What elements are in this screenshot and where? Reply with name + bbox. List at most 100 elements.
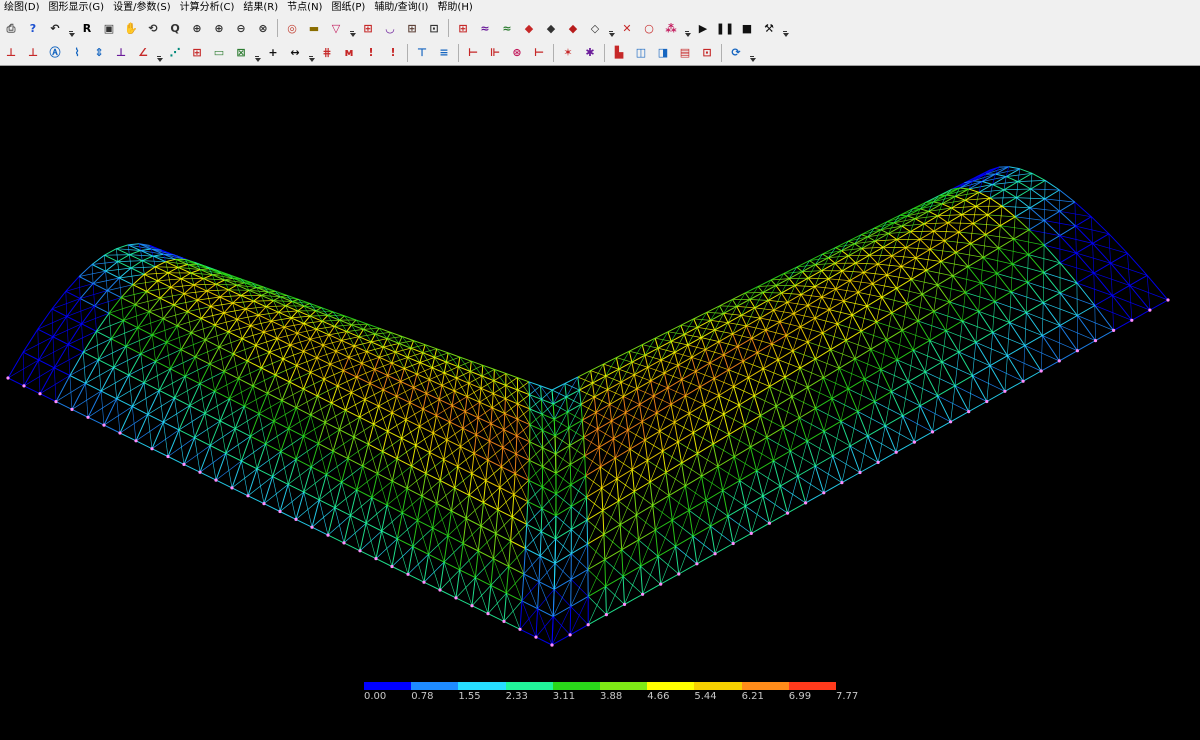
delete-member-icon[interactable]: ✕ [617,18,637,38]
grid-view-icon[interactable]: ⊞ [358,18,378,38]
beam-load-icon[interactable]: ⊤ [412,43,432,63]
truss-member [509,541,511,566]
stop-icon[interactable]: ■ [737,18,757,38]
star-node-icon[interactable]: ✶ [558,43,578,63]
support-hinge-icon[interactable]: Ⓐ [45,43,65,63]
load-panel-icon[interactable]: ▭ [209,43,229,63]
model-viewport[interactable] [0,66,1200,736]
menu-item-2[interactable]: 图形显示(G) [45,0,110,16]
truss-member [296,459,304,492]
member-force-icon[interactable]: ⊢ [463,43,483,63]
member-axial-icon[interactable]: ⊩ [485,43,505,63]
toolbar-overflow-chevron[interactable] [749,43,755,63]
zoom-realtime-icon[interactable]: Q [165,18,185,38]
truss-member [159,390,163,422]
menu-item-6[interactable]: 节点(N) [283,0,327,16]
truss-member [163,305,174,319]
window-frame-icon[interactable]: ▣ [99,18,119,38]
truss-member [637,482,651,515]
truss-member [945,241,956,253]
truss-member [734,378,749,387]
pan-hand-icon[interactable]: ✋ [121,18,141,38]
zoom-in-icon[interactable]: ⊕ [209,18,229,38]
cube-view-icon[interactable]: ◆ [541,18,561,38]
help-icon[interactable]: ? [23,18,43,38]
load-grid-icon[interactable]: ⊞ [187,43,207,63]
toolbar-bottom: ⊥⊥Ⓐ⌇⇕⊥∠⋰⊞▭⊠+↔⋕ᴍ!!⊤≡⊢⊩⊛⊢✶✱▙◫◨▤⊡⟳ [0,40,1200,66]
window-d-icon[interactable]: ⊡ [697,43,717,63]
support-delete-icon[interactable]: ⊥ [23,43,43,63]
filter-icon[interactable]: ▽ [326,18,346,38]
menu-item-3[interactable]: 设置/参数(S) [109,0,176,16]
support-roller-icon[interactable]: ⇕ [89,43,109,63]
window-c-icon[interactable]: ▤ [675,43,695,63]
load-check-icon[interactable]: ⊠ [231,43,251,63]
truss-node [102,424,105,427]
redraw-icon[interactable]: R [77,18,97,38]
curve-edit-icon[interactable]: ≈ [497,18,517,38]
support-remove-icon[interactable]: ⊥ [111,43,131,63]
layer-icon[interactable]: ▬ [304,18,324,38]
bug-icon[interactable]: ✱ [580,43,600,63]
load-node-icon[interactable]: ⋰ [165,43,185,63]
hammer-icon[interactable]: ⚒ [759,18,779,38]
truss-member [274,401,282,422]
window-b-icon[interactable]: ◨ [653,43,673,63]
force-down-icon[interactable]: ! [383,43,403,63]
member-wave-icon[interactable]: ᴍ [339,43,359,63]
toolbar-overflow-chevron[interactable] [156,43,162,63]
toolbar-overflow-chevron[interactable] [308,43,314,63]
zoom-previous-icon[interactable]: ◎ [282,18,302,38]
truss-member [429,380,439,400]
play-icon[interactable]: ▶ [693,18,713,38]
truss-member [275,375,282,401]
zoom-out-icon[interactable]: ⊖ [231,18,251,38]
force-up-icon[interactable]: ! [361,43,381,63]
pause-icon[interactable]: ❚❚ [715,18,735,38]
menu-item-7[interactable]: 图纸(P) [327,0,370,16]
dimension-icon[interactable]: ↔ [285,43,305,63]
plane-grid-icon[interactable]: ⊞ [453,18,473,38]
add-cross-icon[interactable]: + [263,43,283,63]
refresh-icon[interactable]: ⟳ [726,43,746,63]
cube-shaded-icon[interactable]: ◆ [563,18,583,38]
truss-member [552,617,553,646]
undo-icon[interactable]: ↶ [45,18,65,38]
menu-item-5[interactable]: 结果(R) [239,0,283,16]
node-check-icon[interactable]: ⊛ [507,43,527,63]
toolbar-overflow-chevron[interactable] [349,18,355,38]
menu-item-9[interactable]: 帮助(H) [433,0,477,16]
toolbar-overflow-chevron[interactable] [684,18,690,38]
menu-item-4[interactable]: 计算分析(C) [176,0,240,16]
axis-view-icon[interactable]: ⊡ [424,18,444,38]
truss-member [442,385,452,405]
curve-draw-icon[interactable]: ≈ [475,18,495,38]
menu-item-8[interactable]: 辅助/查询(I) [370,0,433,16]
frame-view-icon[interactable]: ⊞ [402,18,422,38]
color-dots-icon[interactable]: ⁂ [661,18,681,38]
window-a-icon[interactable]: ◫ [631,43,651,63]
solid-view-icon[interactable]: ◆ [519,18,539,38]
node-stress-icon[interactable]: ⊢ [529,43,549,63]
truss-member [503,430,504,448]
bar-chart-icon[interactable]: ▙ [609,43,629,63]
toolbar-overflow-chevron[interactable] [782,18,788,38]
node-icon[interactable]: ○ [639,18,659,38]
toolbar-overflow-chevron[interactable] [68,18,74,38]
menu-item-1[interactable]: 绘图(D) [0,0,45,16]
section-view-icon[interactable]: ◡ [380,18,400,38]
toolbar-overflow-chevron[interactable] [608,18,614,38]
print-icon[interactable]: ⎙ [1,18,21,38]
toolbar-overflow-chevron[interactable] [254,43,260,63]
zoom-extents-icon[interactable]: ⊗ [253,18,273,38]
zoom-window-icon[interactable]: ⊕ [187,18,207,38]
support-spring-icon[interactable]: ⌇ [67,43,87,63]
rotate-view-icon[interactable]: ⟲ [143,18,163,38]
truss-member [133,285,147,292]
support-slope-icon[interactable]: ∠ [133,43,153,63]
member-grid-icon[interactable]: ⋕ [317,43,337,63]
cube-wire-icon[interactable]: ◇ [585,18,605,38]
list-icon[interactable]: ≡ [434,43,454,63]
truss-member [897,240,906,248]
support-fixed-icon[interactable]: ⊥ [1,43,21,63]
